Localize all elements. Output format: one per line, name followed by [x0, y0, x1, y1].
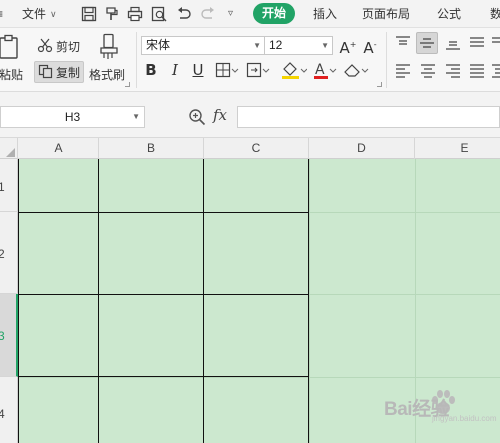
formula-input[interactable] [237, 106, 500, 128]
redo-icon[interactable] [199, 5, 217, 23]
print-preview-icon[interactable] [150, 5, 168, 23]
column-header-b[interactable]: B [99, 138, 204, 159]
name-box[interactable]: H3 ▼ [0, 106, 145, 128]
align-left-icon[interactable] [395, 64, 411, 78]
row-headers: 1 2 3 4 [0, 159, 18, 443]
underline-icon[interactable]: U [190, 60, 206, 80]
column-header-d[interactable]: D [309, 138, 415, 159]
row-header-4[interactable]: 4 [0, 377, 18, 443]
row-number: 2 [0, 247, 5, 261]
format-brush-icon[interactable] [103, 5, 121, 23]
bold-icon[interactable]: B [143, 60, 159, 80]
clipboard-dialog-launcher[interactable] [125, 82, 130, 87]
wrap-text-icon[interactable] [491, 36, 500, 50]
copy-icon[interactable] [38, 64, 53, 79]
align-middle-button[interactable] [416, 32, 438, 54]
italic-icon[interactable]: I [168, 60, 182, 80]
ribbon-toolbar: 粘贴 剪切 复制 格式刷 宋体 ▼ 12 ▼ A+ A- B I U A [0, 28, 500, 92]
copy-button[interactable]: 复制 [56, 64, 80, 81]
gridline [309, 159, 310, 443]
cell-border [203, 159, 204, 443]
baidu-jingyan-watermark: Bai经验 jingyan.baidu.com [368, 384, 497, 428]
chevron-down-icon: ▼ [132, 112, 140, 121]
cell-border [98, 159, 99, 443]
cell-border [308, 159, 309, 443]
tab-page-layout[interactable]: 页面布局 [362, 0, 410, 28]
ribbon-separator [386, 32, 387, 88]
row-header-1[interactable]: 1 [0, 159, 18, 212]
increase-font-size-icon[interactable]: A+ [339, 35, 357, 58]
zoom-function-icon[interactable] [188, 108, 206, 129]
font-name-value: 宋体 [146, 38, 171, 52]
paste-icon[interactable] [0, 34, 20, 60]
insert-function-button[interactable]: fx [213, 106, 227, 124]
font-size-value: 12 [269, 38, 283, 52]
font-color-icon[interactable]: A [313, 61, 337, 79]
row-number: 1 [0, 180, 5, 194]
ribbon-separator [136, 32, 137, 88]
row-header-2[interactable]: 2 [0, 212, 18, 294]
borders-icon[interactable] [215, 62, 239, 78]
font-dialog-launcher[interactable] [377, 82, 382, 87]
svg-text:A: A [315, 62, 325, 78]
tab-insert[interactable]: 插入 [313, 0, 337, 28]
column-header-a[interactable]: A [19, 138, 99, 159]
row-number: 4 [0, 407, 5, 421]
watermark-subtext: jingyan.baidu.com [432, 414, 497, 423]
select-all-corner[interactable] [0, 138, 18, 159]
row-header-3[interactable]: 3 [0, 294, 18, 377]
decrease-font-size-icon[interactable]: A- [361, 35, 379, 58]
chevron-down-icon: ▼ [321, 41, 329, 50]
column-header-c[interactable]: C [204, 138, 309, 159]
align-top-icon[interactable] [395, 36, 411, 50]
align-justify-icon[interactable] [469, 36, 485, 50]
save-icon[interactable] [80, 5, 98, 23]
align-bottom-icon[interactable] [445, 36, 461, 50]
print-icon[interactable] [126, 5, 144, 23]
cell-border [18, 159, 19, 443]
eraser-icon[interactable] [343, 62, 369, 78]
row-number: 3 [0, 329, 5, 343]
paste-button[interactable]: 粘贴 [0, 66, 23, 83]
font-name-select[interactable]: 宋体 ▼ [141, 36, 265, 55]
gridline [18, 377, 500, 378]
cut-button[interactable]: 剪切 [56, 38, 80, 55]
fill-color-icon[interactable] [281, 61, 307, 79]
quick-access-more-icon[interactable]: ▿ [228, 0, 233, 28]
merge-cells-icon[interactable] [246, 62, 270, 78]
cell-reference: H3 [64, 110, 81, 124]
tab-home[interactable]: 开始 [253, 3, 295, 24]
align-center-icon[interactable] [420, 64, 436, 78]
cell-border [18, 376, 309, 377]
format-painter-button[interactable]: 格式刷 [89, 66, 125, 83]
formula-bar: H3 ▼ fx [0, 92, 500, 138]
chevron-down-icon: ▼ [253, 41, 261, 50]
file-menu[interactable]: 文件 [22, 0, 46, 28]
align-right-icon[interactable] [445, 64, 461, 78]
column-headers: A B C D E [0, 138, 500, 159]
format-painter-icon[interactable] [99, 33, 119, 61]
distributed-align-icon[interactable] [469, 64, 485, 78]
menu-chevron[interactable]: ≡ [0, 0, 3, 28]
menu-bar: ≡ 文件 ∨ ▿ 开始 插入 页面布局 公式 数 [0, 0, 500, 28]
indent-icon[interactable] [491, 64, 500, 78]
cell-border [18, 212, 309, 213]
tab-data[interactable]: 数 [490, 0, 500, 28]
undo-icon[interactable] [175, 5, 193, 23]
column-header-e[interactable]: E [415, 138, 500, 159]
font-size-select[interactable]: 12 ▼ [264, 36, 333, 55]
tab-formula[interactable]: 公式 [437, 0, 461, 28]
scissors-icon[interactable] [37, 37, 53, 53]
cell-border [18, 294, 309, 295]
file-chevron-down-icon[interactable]: ∨ [50, 0, 57, 28]
